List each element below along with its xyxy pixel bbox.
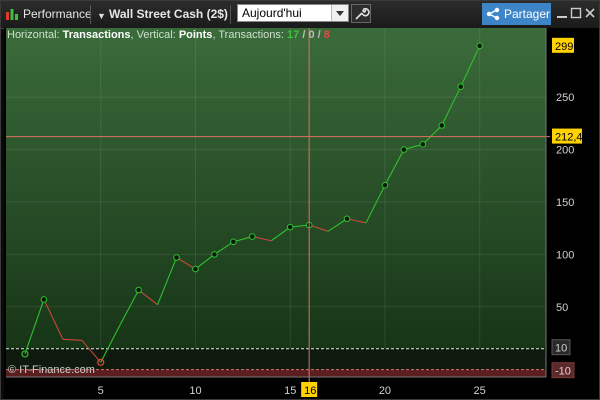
crosshair-x-label: 16 [301, 382, 318, 397]
performance-window: Performance ▼ Wall Street Cash (2$) Aujo… [0, 0, 600, 400]
horizontal-prefix: Horizontal: [7, 29, 60, 41]
x-tick-label: 15 [284, 385, 296, 397]
settings-button[interactable] [351, 4, 371, 23]
share-button[interactable]: Partager [482, 3, 551, 25]
crosshair-y-label-text: 212,4 [555, 132, 583, 144]
x-tick-label: 10 [189, 385, 201, 397]
toolbar-separator [90, 5, 91, 24]
plot-background [6, 28, 546, 349]
data-point[interactable] [381, 181, 389, 189]
data-point[interactable] [40, 296, 48, 303]
wrench-icon [355, 7, 370, 20]
crosshair-y-label: 212,4 [552, 128, 583, 144]
share-icon [486, 7, 500, 21]
transactions-prefix: , Transactions: [212, 29, 284, 41]
period-value: Aujourd'hui [242, 6, 302, 20]
y-tick-label: 50 [556, 302, 568, 314]
performance-icon[interactable] [5, 7, 19, 21]
upper-threshold-label-text: 10 [555, 343, 567, 355]
minimize-icon[interactable] [555, 5, 569, 21]
y-tick-label: 250 [556, 92, 574, 104]
maximize-icon[interactable] [569, 5, 583, 21]
data-point[interactable] [211, 251, 218, 258]
performance-chart[interactable]: 50 100 150 200 250 5 10 15 20 25 299 212,4 16 10 -10 [4, 28, 599, 399]
data-point[interactable] [286, 223, 294, 231]
data-point[interactable] [173, 254, 180, 261]
data-point[interactable] [457, 83, 465, 90]
data-point[interactable] [343, 215, 351, 223]
vertical-prefix: , Vertical: [130, 29, 176, 41]
dropdown-arrow-icon[interactable]: ▼ [97, 7, 106, 25]
chevron-down-icon[interactable] [331, 5, 348, 21]
toolbar: Performance ▼ Wall Street Cash (2$) Aujo… [1, 1, 599, 29]
data-point[interactable] [192, 265, 199, 273]
chart-canvas[interactable]: 50 100 150 200 250 5 10 15 20 25 299 212,4 16 10 -10 [4, 28, 599, 399]
data-point[interactable] [419, 141, 427, 148]
last-value-label-text: 299 [555, 41, 573, 53]
x-tick-label: 5 [98, 385, 104, 397]
x-tick-label: 25 [474, 385, 486, 397]
chart-info-line: Horizontal: Transactions, Vertical: Poin… [7, 29, 330, 41]
wins-count: 17 [287, 29, 300, 41]
data-point[interactable] [135, 286, 142, 294]
data-point[interactable] [400, 146, 408, 153]
toolbar-separator [230, 5, 231, 24]
lower-threshold-label: -10 [551, 362, 575, 379]
data-point[interactable] [230, 238, 237, 246]
close-icon[interactable] [583, 5, 597, 21]
crosshair-x-label-text: 16 [304, 385, 316, 397]
info-separator: / [314, 29, 324, 41]
data-point[interactable] [249, 233, 256, 240]
horizontal-value: Transactions [62, 29, 131, 41]
lower-threshold-label-text: -10 [555, 366, 571, 378]
data-point[interactable] [438, 122, 446, 129]
share-label: Partager [504, 7, 551, 21]
data-point[interactable] [476, 42, 483, 50]
vertical-value: Points [178, 29, 213, 41]
performance-label[interactable]: Performance [23, 5, 92, 23]
losses-count: 8 [323, 29, 330, 41]
last-value-label: 299 [552, 37, 574, 53]
copyright: © IT-Finance.com [8, 364, 95, 376]
y-tick-label: 150 [556, 197, 574, 209]
upper-threshold-label: 10 [551, 339, 571, 356]
instrument-selector[interactable]: Wall Street Cash (2$) [109, 5, 228, 23]
x-tick-label: 20 [379, 385, 391, 397]
y-tick-label: 100 [556, 249, 574, 261]
period-select[interactable]: Aujourd'hui [237, 4, 349, 22]
y-tick-label: 200 [556, 145, 574, 157]
